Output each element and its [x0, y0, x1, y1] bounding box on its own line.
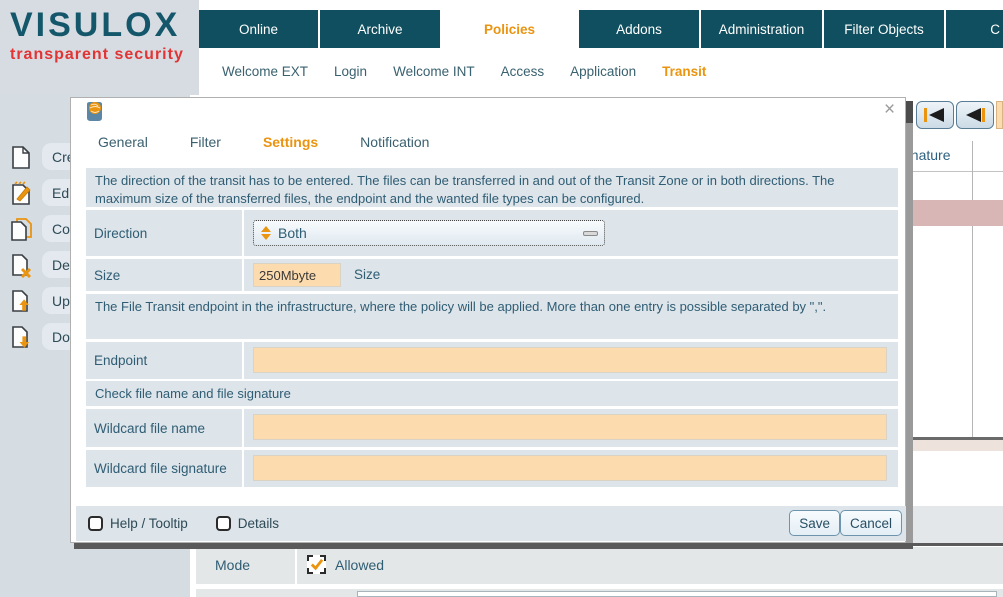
- first-page-icon: [922, 106, 948, 124]
- subnav-login[interactable]: Login: [334, 64, 367, 79]
- nav-tab-partial[interactable]: C: [946, 10, 1003, 48]
- endpoint-label: Endpoint: [86, 342, 244, 379]
- endpoint-row: Endpoint: [86, 342, 898, 379]
- tab-general[interactable]: General: [98, 134, 148, 150]
- previous-page-icon: [962, 106, 988, 124]
- checkmark-icon: [309, 557, 324, 572]
- tab-settings[interactable]: Settings: [263, 134, 318, 150]
- mode-value: Allowed: [335, 557, 384, 573]
- size-input[interactable]: [253, 263, 341, 287]
- wildcard-signature-label: Wildcard file signature: [86, 450, 244, 487]
- endpoint-note: The File Transit endpoint in the infrast…: [86, 294, 898, 339]
- close-icon[interactable]: ×: [884, 100, 895, 120]
- next-field-box: [357, 591, 997, 597]
- copy-document-icon: [10, 217, 33, 247]
- details-label: Details: [238, 516, 279, 531]
- help-tooltip-label: Help / Tooltip: [110, 516, 188, 531]
- mode-row-divider: [295, 547, 297, 584]
- wildcard-signature-input[interactable]: [253, 455, 887, 481]
- previous-page-button[interactable]: [956, 101, 994, 129]
- dialog-footer: Help / Tooltip Details Save Cancel: [76, 506, 906, 541]
- nav-tab-online[interactable]: Online: [199, 10, 318, 48]
- upload-document-icon: [10, 289, 33, 319]
- endpoint-input[interactable]: [253, 347, 887, 373]
- subnav-transit[interactable]: Transit: [662, 64, 706, 79]
- first-page-button[interactable]: [916, 101, 954, 129]
- sub-nav: Welcome EXT Login Welcome INT Access App…: [199, 48, 1003, 95]
- sort-arrows-icon: [260, 225, 272, 241]
- size-row: Size Size: [86, 259, 898, 291]
- wildcard-name-input[interactable]: [253, 414, 887, 440]
- dialog-shadow: [74, 543, 913, 549]
- brand-tagline: transparent security: [10, 46, 184, 64]
- create-document-icon: [10, 145, 33, 175]
- intro-text: The direction of the transit has to be e…: [86, 168, 898, 207]
- wildcard-signature-row: Wildcard file signature: [86, 450, 898, 487]
- size-label: Size: [86, 259, 244, 291]
- direction-value: Both: [278, 225, 583, 241]
- main-nav: Online Archive Policies Addons Administr…: [199, 10, 1003, 48]
- dialog-scrollbar-thumb[interactable]: [906, 101, 913, 123]
- subnav-welcome-ext[interactable]: Welcome EXT: [222, 64, 308, 79]
- brand-block: VISULOX transparent security: [0, 0, 199, 95]
- dialog-scrollbar[interactable]: [906, 101, 913, 547]
- table-column-divider: [972, 141, 973, 437]
- next-field-row: [196, 589, 1003, 597]
- nav-tab-filter-objects[interactable]: Filter Objects: [824, 10, 944, 48]
- transit-policy-dialog: × General Filter Settings Notification T…: [70, 97, 906, 543]
- nav-tab-addons[interactable]: Addons: [579, 10, 699, 48]
- direction-row: Direction Both: [86, 210, 898, 256]
- policy-dialog-icon: [86, 101, 103, 127]
- download-document-icon: [10, 325, 33, 355]
- sidebar-item-label: Do: [52, 329, 70, 345]
- next-page-button[interactable]: [996, 101, 1003, 129]
- subnav-welcome-int[interactable]: Welcome INT: [393, 64, 475, 79]
- nav-tab-policies[interactable]: Policies: [442, 10, 577, 48]
- subnav-access[interactable]: Access: [501, 64, 545, 79]
- tab-notification[interactable]: Notification: [360, 134, 429, 150]
- mode-row: Mode Allowed: [196, 547, 1003, 584]
- nav-tab-archive[interactable]: Archive: [320, 10, 440, 48]
- nav-tab-administration[interactable]: Administration: [701, 10, 822, 48]
- dropdown-handle-icon: [583, 231, 598, 236]
- delete-document-icon: [10, 253, 33, 283]
- mode-checkbox[interactable]: [307, 555, 326, 574]
- details-checkbox[interactable]: [216, 516, 231, 531]
- tab-filter[interactable]: Filter: [190, 134, 221, 150]
- save-button[interactable]: Save: [789, 510, 840, 536]
- wildcard-name-row: Wildcard file name: [86, 409, 898, 447]
- sidebar-item-label: De: [52, 257, 70, 273]
- cancel-button[interactable]: Cancel: [840, 510, 902, 536]
- direction-label: Direction: [86, 210, 244, 256]
- edit-document-icon: [10, 181, 33, 211]
- dialog-tabs: General Filter Settings Notification: [98, 128, 429, 156]
- sidebar-item-label: Up: [52, 293, 70, 309]
- help-tooltip-checkbox[interactable]: [88, 516, 103, 531]
- subnav-application[interactable]: Application: [570, 64, 636, 79]
- size-suffix: Size: [354, 267, 380, 282]
- mode-label: Mode: [215, 557, 250, 573]
- brand-logo: VISULOX: [10, 6, 180, 45]
- direction-select[interactable]: Both: [253, 220, 605, 246]
- check-note: Check file name and file signature: [86, 381, 898, 406]
- wildcard-name-label: Wildcard file name: [86, 409, 244, 447]
